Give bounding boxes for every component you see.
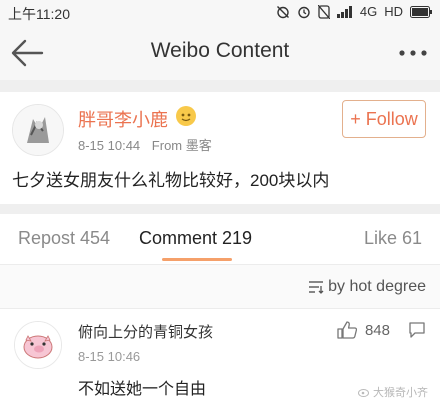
sort-bar: by hot degree bbox=[0, 264, 440, 309]
post-meta: 8-15 10:44 From 墨客 bbox=[78, 135, 212, 154]
comment-time: 8-15 10:46 bbox=[78, 349, 141, 364]
page-title: Weibo Content bbox=[150, 39, 290, 62]
watermark: 大猴奇小齐 bbox=[358, 384, 428, 400]
tab-comment[interactable]: Comment 219 bbox=[139, 228, 252, 249]
hd-label: HD bbox=[384, 4, 403, 19]
status-time: 上午11:20 bbox=[8, 6, 70, 22]
post-source: From 墨客 bbox=[151, 138, 212, 153]
section-divider bbox=[0, 204, 440, 214]
post-time: 8-15 10:44 bbox=[78, 138, 141, 153]
commenter-avatar[interactable] bbox=[14, 321, 62, 369]
thumbs-up-icon bbox=[337, 321, 357, 339]
post-author-name[interactable]: 胖哥李小鹿 bbox=[78, 106, 168, 132]
alarm-off-icon bbox=[276, 5, 289, 18]
more-options-icon[interactable] bbox=[398, 48, 428, 58]
sort-control[interactable]: by hot degree bbox=[308, 278, 426, 296]
tabs-bar: Repost 454 Comment 219 Like 61 bbox=[0, 214, 440, 264]
post-card: 胖哥李小鹿 8-15 10:44 From 墨客 + Follow 七夕送女朋友… bbox=[0, 92, 440, 204]
sort-icon bbox=[309, 281, 324, 294]
reply-icon[interactable] bbox=[408, 321, 426, 339]
nav-bar: Weibo Content bbox=[0, 26, 440, 80]
tab-repost[interactable]: Repost 454 bbox=[18, 228, 110, 249]
signal-icon bbox=[336, 5, 352, 18]
comment-like-count: 848 bbox=[364, 321, 390, 339]
alarm-icon bbox=[298, 6, 310, 18]
silent-icon bbox=[317, 4, 330, 19]
post-text: 七夕送女朋友什么礼物比较好，200块以内 bbox=[12, 171, 330, 190]
tab-like[interactable]: Like 61 bbox=[364, 228, 422, 249]
comment-like-button[interactable]: 848 bbox=[337, 321, 390, 339]
active-tab-indicator bbox=[162, 258, 232, 261]
section-divider bbox=[0, 80, 440, 92]
sort-label: by hot degree bbox=[328, 278, 426, 295]
weibo-logo-icon bbox=[358, 389, 369, 397]
battery-icon bbox=[410, 5, 432, 18]
follow-button[interactable]: + Follow bbox=[342, 100, 426, 138]
vip-badge-icon bbox=[176, 106, 196, 126]
status-bar: 上午11:20 4G HD bbox=[0, 0, 440, 26]
avatar-image bbox=[13, 105, 63, 155]
pig-avatar-icon bbox=[15, 322, 61, 368]
status-icons: 4G HD bbox=[276, 4, 432, 19]
network-label: 4G bbox=[359, 4, 378, 19]
watermark-text: 大猴奇小齐 bbox=[373, 387, 428, 399]
comment-text: 不如送她一个自由 bbox=[78, 381, 207, 398]
avatar[interactable] bbox=[12, 104, 64, 156]
commenter-name[interactable]: 俯向上分的青铜女孩 bbox=[78, 321, 213, 342]
